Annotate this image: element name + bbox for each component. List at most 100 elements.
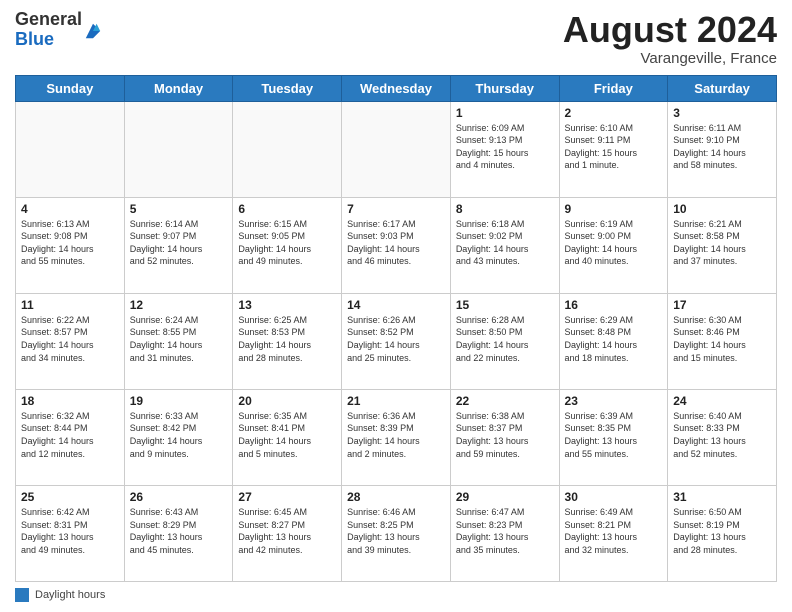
day-number: 18 — [21, 394, 119, 408]
day-number: 21 — [347, 394, 445, 408]
day-cell: 12 Sunrise: 6:24 AM Sunset: 8:55 PM Dayli… — [124, 293, 233, 389]
logo-text: General Blue — [15, 10, 82, 50]
day-info: Sunrise: 6:38 AM Sunset: 8:37 PM Dayligh… — [456, 410, 554, 460]
weekday-wednesday: Wednesday — [342, 75, 451, 101]
day-info: Sunrise: 6:15 AM Sunset: 9:05 PM Dayligh… — [238, 218, 336, 268]
day-number: 26 — [130, 490, 228, 504]
day-cell: 3 Sunrise: 6:11 AM Sunset: 9:10 PM Daylig… — [668, 101, 777, 197]
day-cell: 2 Sunrise: 6:10 AM Sunset: 9:11 PM Daylig… — [559, 101, 668, 197]
day-number: 23 — [565, 394, 663, 408]
day-number: 11 — [21, 298, 119, 312]
day-info: Sunrise: 6:28 AM Sunset: 8:50 PM Dayligh… — [456, 314, 554, 364]
day-cell: 1 Sunrise: 6:09 AM Sunset: 9:13 PM Daylig… — [450, 101, 559, 197]
day-cell — [233, 101, 342, 197]
weekday-monday: Monday — [124, 75, 233, 101]
day-info: Sunrise: 6:45 AM Sunset: 8:27 PM Dayligh… — [238, 506, 336, 556]
day-number: 14 — [347, 298, 445, 312]
day-number: 24 — [673, 394, 771, 408]
month-title: August 2024 — [563, 10, 777, 50]
day-info: Sunrise: 6:39 AM Sunset: 8:35 PM Dayligh… — [565, 410, 663, 460]
week-row-1: 1 Sunrise: 6:09 AM Sunset: 9:13 PM Daylig… — [16, 101, 777, 197]
day-info: Sunrise: 6:21 AM Sunset: 8:58 PM Dayligh… — [673, 218, 771, 268]
daylight-label: Daylight hours — [35, 589, 105, 601]
day-info: Sunrise: 6:25 AM Sunset: 8:53 PM Dayligh… — [238, 314, 336, 364]
weekday-sunday: Sunday — [16, 75, 125, 101]
day-number: 10 — [673, 202, 771, 216]
day-cell: 29Sunrise: 6:47 AM Sunset: 8:23 PM Dayli… — [450, 485, 559, 581]
day-number: 7 — [347, 202, 445, 216]
day-cell: 13 Sunrise: 6:25 AM Sunset: 8:53 PM Dayli… — [233, 293, 342, 389]
day-info: Sunrise: 6:33 AM Sunset: 8:42 PM Dayligh… — [130, 410, 228, 460]
day-info: Sunrise: 6:09 AM Sunset: 9:13 PM Dayligh… — [456, 122, 554, 172]
day-cell: 24 Sunrise: 6:40 AM Sunset: 8:33 PM Dayli… — [668, 389, 777, 485]
day-cell: 4 Sunrise: 6:13 AM Sunset: 9:08 PM Daylig… — [16, 197, 125, 293]
day-info: Sunrise: 6:11 AM Sunset: 9:10 PM Dayligh… — [673, 122, 771, 172]
day-info: Sunrise: 6:14 AM Sunset: 9:07 PM Dayligh… — [130, 218, 228, 268]
day-cell: 6 Sunrise: 6:15 AM Sunset: 9:05 PM Daylig… — [233, 197, 342, 293]
week-row-4: 18 Sunrise: 6:32 AM Sunset: 8:44 PM Dayli… — [16, 389, 777, 485]
day-info: Sunrise: 6:18 AM Sunset: 9:02 PM Dayligh… — [456, 218, 554, 268]
day-cell: 22 Sunrise: 6:38 AM Sunset: 8:37 PM Dayli… — [450, 389, 559, 485]
title-block: August 2024 Varangeville, France — [563, 10, 777, 67]
day-info: Sunrise: 6:10 AM Sunset: 9:11 PM Dayligh… — [565, 122, 663, 172]
week-row-2: 4 Sunrise: 6:13 AM Sunset: 9:08 PM Daylig… — [16, 197, 777, 293]
weekday-header-row: SundayMondayTuesdayWednesdayThursdayFrid… — [16, 75, 777, 101]
day-cell: 9Sunrise: 6:19 AM Sunset: 9:00 PM Daylig… — [559, 197, 668, 293]
day-number: 1 — [456, 106, 554, 120]
day-info: Sunrise: 6:50 AM Sunset: 8:19 PM Dayligh… — [673, 506, 771, 556]
day-info: Sunrise: 6:29 AM Sunset: 8:48 PM Dayligh… — [565, 314, 663, 364]
day-number: 8 — [456, 202, 554, 216]
day-cell: 25Sunrise: 6:42 AM Sunset: 8:31 PM Dayli… — [16, 485, 125, 581]
day-number: 28 — [347, 490, 445, 504]
day-number: 3 — [673, 106, 771, 120]
weekday-saturday: Saturday — [668, 75, 777, 101]
day-cell: 18 Sunrise: 6:32 AM Sunset: 8:44 PM Dayli… — [16, 389, 125, 485]
header: General Blue August 2024 Varangeville, F… — [15, 10, 777, 67]
day-cell: 10 Sunrise: 6:21 AM Sunset: 8:58 PM Dayli… — [668, 197, 777, 293]
logo-blue: Blue — [15, 30, 82, 50]
day-number: 2 — [565, 106, 663, 120]
day-info: Sunrise: 6:32 AM Sunset: 8:44 PM Dayligh… — [21, 410, 119, 460]
day-info: Sunrise: 6:24 AM Sunset: 8:55 PM Dayligh… — [130, 314, 228, 364]
day-number: 4 — [21, 202, 119, 216]
day-cell: 26 Sunrise: 6:43 AM Sunset: 8:29 PM Dayli… — [124, 485, 233, 581]
calendar-table: SundayMondayTuesdayWednesdayThursdayFrid… — [15, 75, 777, 582]
day-number: 15 — [456, 298, 554, 312]
weekday-thursday: Thursday — [450, 75, 559, 101]
location: Varangeville, France — [563, 50, 777, 67]
day-info: Sunrise: 6:26 AM Sunset: 8:52 PM Dayligh… — [347, 314, 445, 364]
day-info: Sunrise: 6:17 AM Sunset: 9:03 PM Dayligh… — [347, 218, 445, 268]
day-info: Sunrise: 6:40 AM Sunset: 8:33 PM Dayligh… — [673, 410, 771, 460]
daylight-color-box — [15, 588, 29, 602]
day-number: 6 — [238, 202, 336, 216]
week-row-5: 25Sunrise: 6:42 AM Sunset: 8:31 PM Dayli… — [16, 485, 777, 581]
day-cell: 5Sunrise: 6:14 AM Sunset: 9:07 PM Daylig… — [124, 197, 233, 293]
day-number: 17 — [673, 298, 771, 312]
day-number: 9 — [565, 202, 663, 216]
day-info: Sunrise: 6:43 AM Sunset: 8:29 PM Dayligh… — [130, 506, 228, 556]
weekday-friday: Friday — [559, 75, 668, 101]
day-number: 27 — [238, 490, 336, 504]
day-info: Sunrise: 6:13 AM Sunset: 9:08 PM Dayligh… — [21, 218, 119, 268]
day-cell: 17 Sunrise: 6:30 AM Sunset: 8:46 PM Dayli… — [668, 293, 777, 389]
day-cell: 8 Sunrise: 6:18 AM Sunset: 9:02 PM Daylig… — [450, 197, 559, 293]
day-number: 30 — [565, 490, 663, 504]
day-cell: 27 Sunrise: 6:45 AM Sunset: 8:27 PM Dayli… — [233, 485, 342, 581]
logo: General Blue — [15, 10, 102, 50]
day-cell: 19 Sunrise: 6:33 AM Sunset: 8:42 PM Dayli… — [124, 389, 233, 485]
day-number: 13 — [238, 298, 336, 312]
day-cell: 30Sunrise: 6:49 AM Sunset: 8:21 PM Dayli… — [559, 485, 668, 581]
day-info: Sunrise: 6:36 AM Sunset: 8:39 PM Dayligh… — [347, 410, 445, 460]
day-cell: 14 Sunrise: 6:26 AM Sunset: 8:52 PM Dayli… — [342, 293, 451, 389]
week-row-3: 11Sunrise: 6:22 AM Sunset: 8:57 PM Dayli… — [16, 293, 777, 389]
day-cell: 23 Sunrise: 6:39 AM Sunset: 8:35 PM Dayli… — [559, 389, 668, 485]
day-cell: 21 Sunrise: 6:36 AM Sunset: 8:39 PM Dayli… — [342, 389, 451, 485]
day-number: 12 — [130, 298, 228, 312]
logo-icon — [84, 22, 102, 40]
day-number: 22 — [456, 394, 554, 408]
day-number: 19 — [130, 394, 228, 408]
day-info: Sunrise: 6:46 AM Sunset: 8:25 PM Dayligh… — [347, 506, 445, 556]
day-cell: 11Sunrise: 6:22 AM Sunset: 8:57 PM Dayli… — [16, 293, 125, 389]
day-info: Sunrise: 6:42 AM Sunset: 8:31 PM Dayligh… — [21, 506, 119, 556]
day-info: Sunrise: 6:30 AM Sunset: 8:46 PM Dayligh… — [673, 314, 771, 364]
